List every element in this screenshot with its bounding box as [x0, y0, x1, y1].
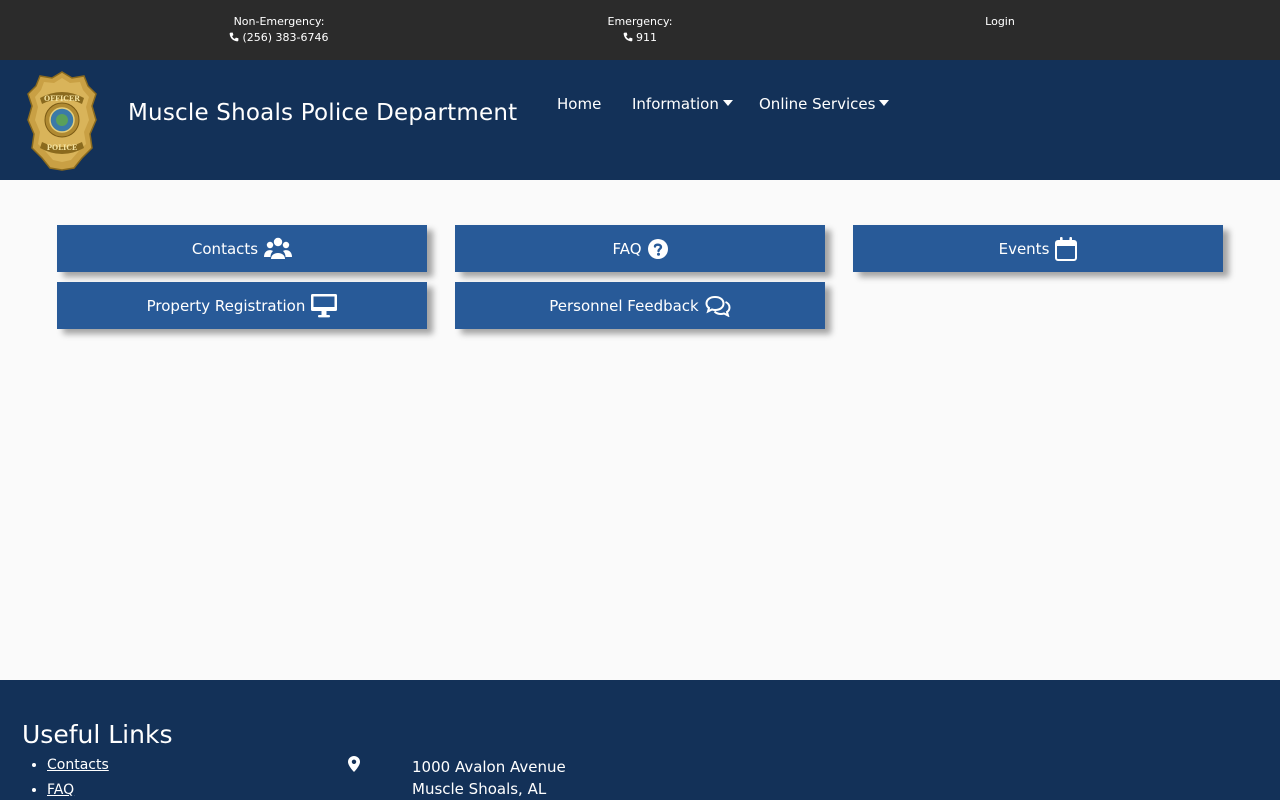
contacts-button[interactable]: Contacts: [57, 225, 427, 272]
phone-icon: [230, 32, 239, 42]
personnel-feedback-button-label: Personnel Feedback: [549, 296, 699, 315]
address: 1000 Avalon Avenue Muscle Shoals, AL: [412, 756, 566, 800]
question-circle-icon: [647, 238, 668, 259]
emergency-label: Emergency:: [607, 15, 673, 28]
faq-button-label: FAQ: [612, 239, 642, 258]
non-emergency-info: Non-Emergency: (256) 383-6746: [229, 14, 329, 46]
users-icon: [264, 237, 293, 259]
badge-top-text: OFFICER: [44, 94, 80, 103]
footer-link-faq[interactable]: FAQ: [47, 782, 74, 798]
login-cell: Login: [970, 14, 1030, 30]
emergency-phone-row[interactable]: 911: [600, 30, 680, 46]
events-button[interactable]: Events: [853, 225, 1223, 272]
nav-online-services-label: Online Services: [759, 95, 876, 113]
footer-link-contacts[interactable]: Contacts: [47, 757, 109, 773]
property-registration-button-label: Property Registration: [146, 296, 306, 315]
nav-information[interactable]: Information: [632, 95, 733, 113]
desktop-icon: [311, 293, 338, 317]
list-item: Contacts: [47, 757, 109, 774]
emergency-info: Emergency: 911: [600, 14, 680, 46]
non-emergency-phone-row[interactable]: (256) 383-6746: [229, 30, 329, 46]
site-header: OFFICER POLICE Muscle Shoals Police Depa…: [0, 60, 1280, 180]
caret-down-icon: [879, 100, 890, 106]
site-footer: Useful Links Contacts FAQ 1000 Avalon Av…: [0, 680, 1280, 800]
useful-links-heading: Useful Links: [22, 720, 173, 749]
phone-icon: [623, 32, 633, 42]
login-link[interactable]: Login: [985, 15, 1015, 28]
list-item: FAQ: [47, 782, 109, 799]
personnel-feedback-button[interactable]: Personnel Feedback: [455, 282, 825, 329]
comments-icon: [705, 295, 731, 317]
emergency-phone: 911: [636, 31, 657, 44]
calendar-icon: [1055, 236, 1078, 261]
map-pin-icon: [348, 756, 360, 772]
address-line-2: Muscle Shoals, AL: [412, 780, 547, 798]
nav-home[interactable]: Home: [557, 95, 601, 113]
contacts-button-label: Contacts: [191, 239, 259, 258]
caret-down-icon: [722, 100, 733, 106]
property-registration-button[interactable]: Property Registration: [57, 282, 427, 329]
nav-home-label: Home: [557, 95, 602, 113]
top-bar: Non-Emergency: (256) 383-6746 Emergency:…: [0, 0, 1280, 60]
site-title[interactable]: Muscle Shoals Police Department: [128, 100, 517, 126]
non-emergency-label: Non-Emergency:: [233, 15, 325, 28]
faq-button[interactable]: FAQ: [455, 225, 825, 272]
non-emergency-phone: (256) 383-6746: [242, 31, 329, 44]
badge-bottom-text: POLICE: [47, 143, 77, 152]
events-button-label: Events: [998, 239, 1050, 258]
police-badge-logo[interactable]: OFFICER POLICE: [26, 70, 98, 172]
useful-links-list: Contacts FAQ: [47, 757, 109, 800]
nav-information-label: Information: [632, 95, 719, 113]
address-line-1: 1000 Avalon Avenue: [412, 758, 566, 776]
nav-online-services[interactable]: Online Services: [759, 95, 890, 113]
